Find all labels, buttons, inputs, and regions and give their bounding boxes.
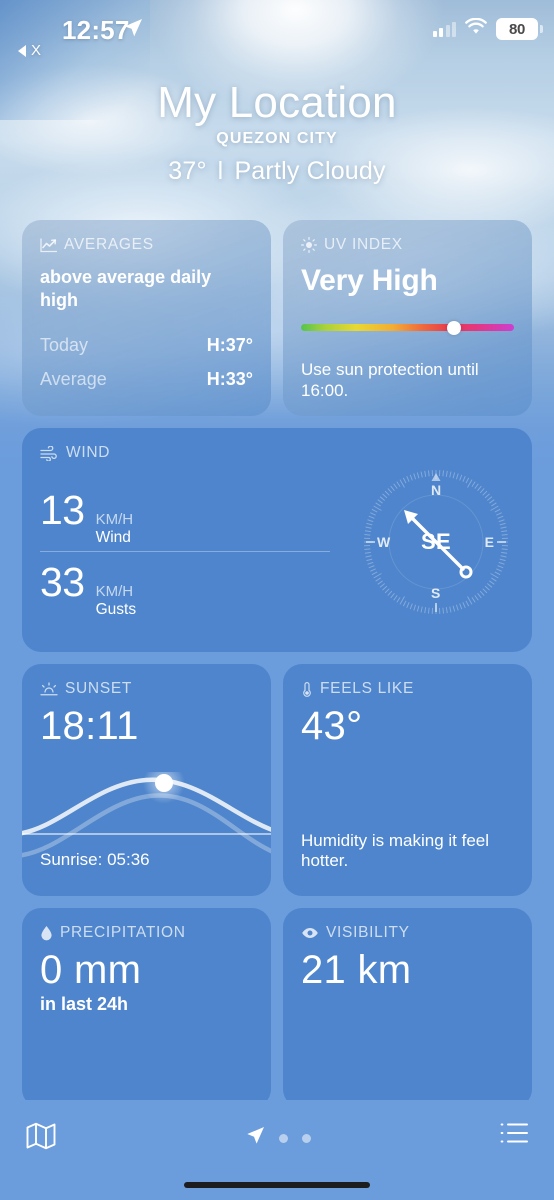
sun-arc-graph <box>22 762 271 858</box>
wind-gust-unit: KM/H <box>95 583 134 600</box>
sunset-card-header: SUNSET <box>40 680 253 698</box>
back-to-app-button[interactable]: X <box>18 42 41 59</box>
sun-icon <box>301 237 317 253</box>
feels-like-card[interactable]: FEELS LIKE 43° Humidity is making it fee… <box>283 664 532 896</box>
sun-position-dot <box>155 774 173 792</box>
averages-card[interactable]: AVERAGES above average daily high Today … <box>22 220 271 416</box>
cards-row-1: AVERAGES above average daily high Today … <box>22 220 532 416</box>
back-arrow-icon <box>18 44 26 57</box>
wind-card-header: WIND <box>40 444 514 462</box>
wind-speed-unit: KM/H <box>95 511 134 528</box>
city-label: QUEZON CITY <box>216 130 338 148</box>
droplet-icon <box>40 925 53 941</box>
uv-index-card-header: UV INDEX <box>301 236 514 254</box>
wind-compass: N S W E SE <box>360 466 512 618</box>
averages-row-average: Average H:33° <box>40 369 253 390</box>
wind-speed-meta: KM/H Wind <box>95 511 134 548</box>
bottom-toolbar <box>0 1100 554 1200</box>
feels-like-value: 43° <box>301 704 363 748</box>
uv-index-scale <box>301 320 514 335</box>
sunrise-label: Sunrise: 05:36 <box>40 850 150 869</box>
list-button[interactable] <box>500 1122 528 1149</box>
wind-divider <box>40 551 330 552</box>
averages-card-header: AVERAGES <box>40 236 253 254</box>
weather-cards-scroll[interactable]: AVERAGES above average daily high Today … <box>22 220 532 1100</box>
averages-today-label: Today <box>40 335 89 355</box>
averages-average-value: H:33° <box>206 369 253 389</box>
precipitation-card-title: PRECIPITATION <box>60 924 186 941</box>
page-dot[interactable] <box>301 1133 311 1143</box>
precipitation-value: 0 mm <box>40 948 142 992</box>
wind-card-title: WIND <box>66 444 111 461</box>
averages-headline: above average daily high <box>40 267 212 310</box>
averages-average-label: Average <box>40 369 107 389</box>
wind-speed-label: Wind <box>95 528 131 546</box>
condition-label: Partly Cloudy <box>234 157 386 186</box>
wifi-icon <box>465 17 487 40</box>
uv-gradient-bar <box>301 324 514 331</box>
back-to-app-label: X <box>31 42 42 59</box>
wind-gust-label: Gusts <box>95 600 137 618</box>
averages-row-today: Today H:37° <box>40 335 253 356</box>
averages-card-title: AVERAGES <box>64 236 154 253</box>
precipitation-subtitle: in last 24h <box>40 994 129 1014</box>
feels-like-card-header: FEELS LIKE <box>301 680 514 698</box>
conditions-separator: l <box>217 157 224 186</box>
precipitation-card[interactable]: PRECIPITATION 0 mm in last 24h <box>22 908 271 1100</box>
averages-rows: Today H:37° Average H:33° <box>40 322 253 390</box>
current-location-icon[interactable] <box>246 1126 265 1150</box>
location-header: My Location QUEZON CITY 37° l Partly Clo… <box>0 78 554 186</box>
uv-index-card[interactable]: UV INDEX Very High Use sun protection un… <box>283 220 532 416</box>
feels-like-card-title: FEELS LIKE <box>320 680 415 697</box>
battery-level-label: 80 <box>508 20 526 38</box>
uv-scale-indicator <box>447 320 462 335</box>
precipitation-card-header: PRECIPITATION <box>40 924 253 942</box>
thermometer-icon <box>301 681 313 697</box>
compass-east-label: E <box>484 534 494 550</box>
page-indicator[interactable] <box>246 1122 311 1150</box>
eye-icon <box>301 927 319 939</box>
current-temperature: 37° <box>168 157 207 186</box>
page-title: My Location <box>157 78 397 127</box>
cards-row-3: SUNSET 18:11 Sunrise: 05:36 FEELS LIKE 4… <box>22 664 532 896</box>
sunset-card[interactable]: SUNSET 18:11 Sunrise: 05:36 <box>22 664 271 896</box>
wind-gust-meta: KM/H Gusts <box>95 583 137 620</box>
visibility-card[interactable]: VISIBILITY 21 km <box>283 908 532 1100</box>
map-button[interactable] <box>26 1122 56 1155</box>
wind-card[interactable]: WIND 13 KM/H Wind 33 KM/H Gusts N S W E … <box>22 428 532 652</box>
sunset-time: 18:11 <box>40 704 139 748</box>
uv-index-note: Use sun protection until 16:00. <box>301 360 479 400</box>
wind-gust-row: 33 KM/H Gusts <box>40 559 330 618</box>
status-bar-indicators: 80 <box>432 17 543 40</box>
compass-west-label: W <box>377 534 391 550</box>
home-indicator <box>184 1182 370 1188</box>
uv-index-value: Very High <box>301 264 438 297</box>
wind-gust-value: 33 <box>40 559 85 605</box>
feels-like-note: Humidity is making it feel hotter. <box>301 830 490 871</box>
compass-direction: SE <box>421 529 451 554</box>
averages-today-value: H:37° <box>206 335 253 355</box>
compass-north-label: N <box>431 482 442 498</box>
visibility-card-title: VISIBILITY <box>326 924 410 941</box>
wind-speed-value: 13 <box>40 487 85 533</box>
visibility-card-header: VISIBILITY <box>301 924 514 942</box>
wind-icon <box>40 445 59 461</box>
status-bar: 12:57 X 80 <box>0 0 554 62</box>
page-dot[interactable] <box>278 1133 288 1143</box>
sunset-icon <box>40 681 58 697</box>
chart-line-icon <box>40 237 57 253</box>
status-bar-clock: 12:57 <box>62 15 130 45</box>
uv-index-card-title: UV INDEX <box>324 236 403 253</box>
cards-row-2: WIND 13 KM/H Wind 33 KM/H Gusts N S W E … <box>22 428 532 652</box>
wind-speed-row: 13 KM/H Wind <box>40 487 330 546</box>
battery-indicator: 80 <box>496 18 543 40</box>
compass-south-label: S <box>431 585 441 601</box>
cards-row-4: PRECIPITATION 0 mm in last 24h VISIBILIT… <box>22 908 532 1100</box>
wind-readings: 13 KM/H Wind 33 KM/H Gusts <box>40 487 330 618</box>
current-conditions: 37° l Partly Cloudy <box>0 157 554 186</box>
visibility-value: 21 km <box>301 948 412 992</box>
sunset-card-title: SUNSET <box>65 680 133 697</box>
cellular-signal-icon <box>432 21 456 37</box>
location-arrow-icon <box>123 18 143 38</box>
